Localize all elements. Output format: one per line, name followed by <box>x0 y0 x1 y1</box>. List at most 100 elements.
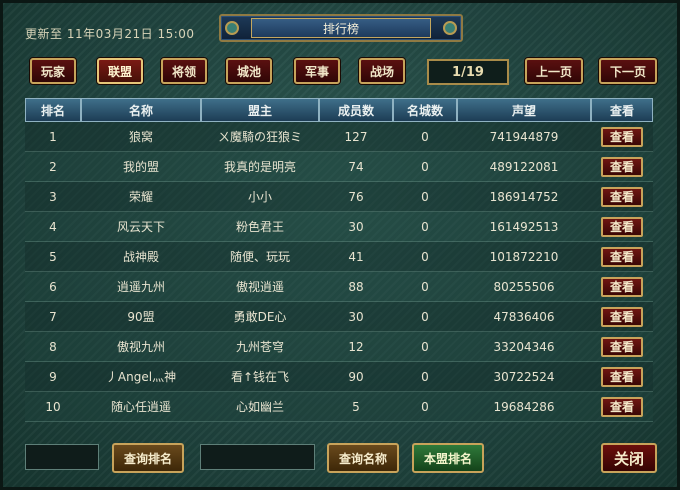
ranking-table: 排名 名称 盟主 成员数 名城数 声望 查看 1 狼窝 ㄨ魔騎の狂狼ミ 127 0 741… <box>25 98 653 422</box>
members-cell: 12 <box>319 332 393 362</box>
alliance-name-cell: 狼窝 <box>81 122 201 152</box>
alliance-name-cell: 逍遥九州 <box>81 272 201 302</box>
col-members: 成员数 <box>319 98 393 122</box>
col-leader: 盟主 <box>201 98 319 122</box>
view-cell: 查看 <box>591 242 653 272</box>
leader-cell: ㄨ魔騎の狂狼ミ <box>201 122 319 152</box>
view-cell: 查看 <box>591 302 653 332</box>
view-cell: 查看 <box>591 332 653 362</box>
view-button[interactable]: 查看 <box>601 126 643 147</box>
alliance-name-cell: 风云天下 <box>81 212 201 242</box>
tab-alliance[interactable]: 联盟 <box>97 58 143 84</box>
prestige-cell: 161492513 <box>457 212 591 242</box>
cities-cell: 0 <box>393 272 457 302</box>
alliance-name-cell: 荣耀 <box>81 182 201 212</box>
view-button[interactable]: 查看 <box>601 246 643 267</box>
view-button[interactable]: 查看 <box>601 396 643 417</box>
rank-cell: 9 <box>25 362 81 392</box>
rank-cell: 4 <box>25 212 81 242</box>
tab-city[interactable]: 城池 <box>226 58 272 84</box>
leader-cell: 小小 <box>201 182 319 212</box>
prestige-cell: 80255506 <box>457 272 591 302</box>
ornament-icon <box>225 21 239 35</box>
members-cell: 30 <box>319 302 393 332</box>
rank-cell: 6 <box>25 272 81 302</box>
view-button[interactable]: 查看 <box>601 366 643 387</box>
view-button[interactable]: 查看 <box>601 216 643 237</box>
alliance-name-cell: 傲视九州 <box>81 332 201 362</box>
view-button[interactable]: 查看 <box>601 276 643 297</box>
next-page-button[interactable]: 下一页 <box>599 58 657 84</box>
cities-cell: 0 <box>393 242 457 272</box>
prestige-cell: 19684286 <box>457 392 591 422</box>
leader-cell: 随便、玩玩 <box>201 242 319 272</box>
table-row: 8 傲视九州 九州苍穹 12 0 33204346 查看 <box>25 332 653 362</box>
prestige-cell: 741944879 <box>457 122 591 152</box>
table-row: 4 风云天下 粉色君王 30 0 161492513 查看 <box>25 212 653 242</box>
alliance-name-cell: 随心任逍遥 <box>81 392 201 422</box>
cities-cell: 0 <box>393 182 457 212</box>
table-row: 9 丿Angel灬神 看↑钱在飞 90 0 30722524 查看 <box>25 362 653 392</box>
col-view: 查看 <box>591 98 653 122</box>
view-cell: 查看 <box>591 152 653 182</box>
alliance-name-cell: 90盟 <box>81 302 201 332</box>
rank-cell: 7 <box>25 302 81 332</box>
cities-cell: 0 <box>393 362 457 392</box>
query-name-button[interactable]: 查询名称 <box>327 443 399 473</box>
prestige-cell: 101872210 <box>457 242 591 272</box>
prev-page-button[interactable]: 上一页 <box>525 58 583 84</box>
tab-player[interactable]: 玩家 <box>30 58 76 84</box>
rank-cell: 5 <box>25 242 81 272</box>
cities-cell: 0 <box>393 122 457 152</box>
rank-search-input[interactable] <box>25 444 99 470</box>
rank-cell: 8 <box>25 332 81 362</box>
view-button[interactable]: 查看 <box>601 156 643 177</box>
table-row: 7 90盟 勇敢DE心 30 0 47836406 查看 <box>25 302 653 332</box>
tab-military[interactable]: 军事 <box>294 58 340 84</box>
table-row: 3 荣耀 小小 76 0 186914752 查看 <box>25 182 653 212</box>
view-button[interactable]: 查看 <box>601 336 643 357</box>
cities-cell: 0 <box>393 302 457 332</box>
members-cell: 41 <box>319 242 393 272</box>
query-rank-button[interactable]: 查询排名 <box>112 443 184 473</box>
table-header: 排名 名称 盟主 成员数 名城数 声望 查看 <box>25 98 653 122</box>
tab-battlefield[interactable]: 战场 <box>359 58 405 84</box>
prestige-cell: 33204346 <box>457 332 591 362</box>
cities-cell: 0 <box>393 212 457 242</box>
rank-cell: 2 <box>25 152 81 182</box>
view-button[interactable]: 查看 <box>601 186 643 207</box>
prestige-cell: 489122081 <box>457 152 591 182</box>
my-alliance-rank-button[interactable]: 本盟排名 <box>412 443 484 473</box>
members-cell: 88 <box>319 272 393 302</box>
alliance-name-cell: 战神殿 <box>81 242 201 272</box>
update-time: 更新至 11年03月21日 15:00 <box>25 27 195 41</box>
leader-cell: 傲视逍遥 <box>201 272 319 302</box>
members-cell: 5 <box>319 392 393 422</box>
leader-cell: 勇敢DE心 <box>201 302 319 332</box>
rank-cell: 3 <box>25 182 81 212</box>
tab-general[interactable]: 将领 <box>161 58 207 84</box>
ornament-icon <box>443 21 457 35</box>
prestige-cell: 47836406 <box>457 302 591 332</box>
cities-cell: 0 <box>393 392 457 422</box>
table-row: 6 逍遥九州 傲视逍遥 88 0 80255506 查看 <box>25 272 653 302</box>
view-cell: 查看 <box>591 362 653 392</box>
prestige-cell: 30722524 <box>457 362 591 392</box>
alliance-name-cell: 我的盟 <box>81 152 201 182</box>
members-cell: 30 <box>319 212 393 242</box>
view-cell: 查看 <box>591 212 653 242</box>
leader-cell: 心如幽兰 <box>201 392 319 422</box>
title-bar: 排行榜 <box>219 14 463 42</box>
close-button[interactable]: 关闭 <box>601 443 657 473</box>
cities-cell: 0 <box>393 152 457 182</box>
members-cell: 90 <box>319 362 393 392</box>
alliance-name-cell: 丿Angel灬神 <box>81 362 201 392</box>
leader-cell: 九州苍穹 <box>201 332 319 362</box>
view-cell: 查看 <box>591 272 653 302</box>
name-search-input[interactable] <box>200 444 315 470</box>
rank-cell: 1 <box>25 122 81 152</box>
members-cell: 127 <box>319 122 393 152</box>
cities-cell: 0 <box>393 332 457 362</box>
leader-cell: 粉色君王 <box>201 212 319 242</box>
view-button[interactable]: 查看 <box>601 306 643 327</box>
